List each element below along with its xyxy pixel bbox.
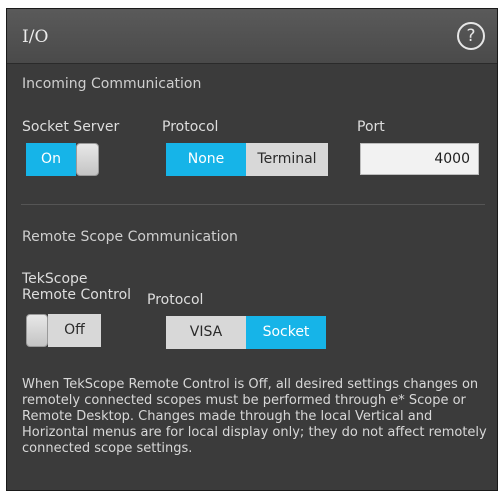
port-input[interactable]: 4000	[360, 143, 479, 175]
protocol-option-visa[interactable]: VISA	[166, 316, 246, 349]
incoming-protocol-label: Protocol	[162, 119, 219, 135]
tekscope-label-line2: Remote Control	[22, 287, 132, 303]
tekscope-label-line1: TekScope	[22, 271, 88, 287]
socket-server-label: Socket Server	[22, 119, 120, 135]
remote-scope-communication-heading: Remote Scope Communication	[22, 229, 238, 245]
title-bar: I/O ?	[7, 9, 497, 64]
incoming-protocol-selector[interactable]: None Terminal	[166, 143, 328, 176]
tekscope-toggle-knob[interactable]	[26, 314, 48, 347]
remote-control-info-text: When TekScope Remote Control is Off, all…	[22, 377, 487, 456]
incoming-communication-heading: Incoming Communication	[22, 76, 202, 92]
socket-server-on-state[interactable]: On	[26, 143, 76, 176]
io-dialog: I/O ? Incoming Communication Socket Serv…	[6, 8, 498, 491]
port-label: Port	[357, 119, 385, 135]
dialog-title: I/O	[22, 27, 49, 47]
remote-protocol-label: Protocol	[147, 292, 204, 308]
socket-server-toggle[interactable]: On	[26, 143, 99, 176]
socket-server-toggle-knob[interactable]	[76, 143, 99, 176]
protocol-option-terminal[interactable]: Terminal	[246, 143, 328, 176]
section-divider	[21, 204, 485, 205]
remote-protocol-selector[interactable]: VISA Socket	[166, 316, 326, 349]
tekscope-remote-control-toggle[interactable]: Off	[26, 314, 101, 347]
tekscope-off-state[interactable]: Off	[48, 314, 101, 347]
protocol-option-none[interactable]: None	[166, 143, 246, 176]
help-icon[interactable]: ?	[457, 22, 485, 50]
protocol-option-socket[interactable]: Socket	[246, 316, 326, 349]
